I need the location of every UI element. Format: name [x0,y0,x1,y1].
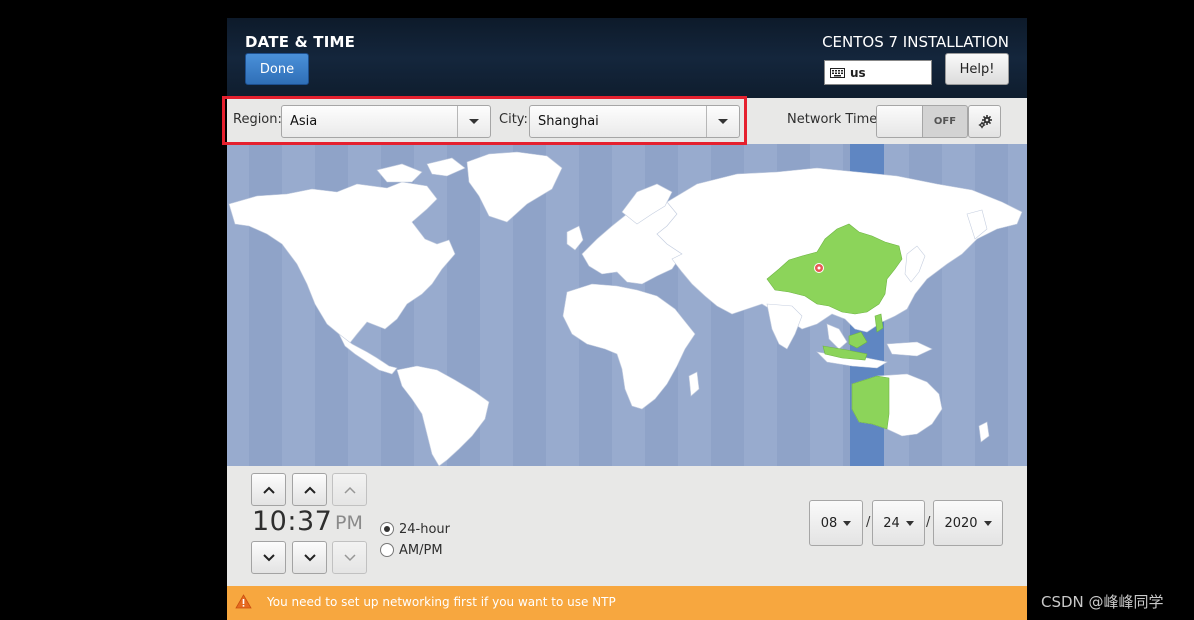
chevron-up-icon [303,486,316,494]
warning-text: You need to set up networking first if y… [267,595,616,609]
minutes-down-button[interactable] [292,541,327,574]
month-value: 08 [820,515,838,531]
ntp-settings-button[interactable] [968,105,1001,138]
done-button[interactable]: Done [245,53,309,85]
chevron-down-icon [905,520,914,526]
hours-down-button[interactable] [251,541,286,574]
date-separator: / [866,515,871,530]
hours-value: 10 [252,506,288,537]
ampm-down-button[interactable] [332,541,367,574]
format-ampm-radio[interactable] [380,543,394,557]
keyboard-layout-indicator[interactable]: us [824,60,932,85]
datetime-controls: 10:37 PM 24-hour AM/PM 08 / 24 / 2020 [227,466,1027,586]
date-separator: / [926,515,931,530]
watermark-text: CSDN @峰峰同学 [1041,593,1164,611]
format-24h-radio[interactable] [380,522,394,536]
year-combobox[interactable]: 2020 [933,500,1003,546]
chevron-up-icon [262,486,275,494]
warning-bar: You need to set up networking first if y… [227,586,1027,620]
chevron-down-icon [303,553,316,561]
chevron-up-icon [343,486,356,494]
minutes-value: 37 [296,506,333,537]
keyboard-icon [830,67,845,78]
time-display: 10:37 [252,506,332,537]
warning-icon [235,594,252,609]
pin-icon [814,263,824,273]
month-combobox[interactable]: 08 [809,500,863,546]
hours-up-button[interactable] [251,473,286,506]
page-title: DATE & TIME [245,33,356,51]
year-value: 2020 [944,515,978,531]
world-map [227,144,1027,466]
day-combobox[interactable]: 24 [872,500,925,546]
installer-title: CENTOS 7 INSTALLATION [822,33,1009,51]
gear-icon [978,114,992,128]
ampm-up-button[interactable] [332,473,367,506]
day-value: 24 [883,515,900,531]
network-time-label: Network Time [787,112,878,127]
format-24h-label: 24-hour [399,522,451,537]
chevron-down-icon [843,520,852,526]
format-ampm-label: AM/PM [399,543,443,558]
chevron-down-icon [262,553,275,561]
ampm-value: PM [335,512,363,534]
time-separator: : [287,506,297,537]
minutes-up-button[interactable] [292,473,327,506]
chevron-down-icon [983,520,992,526]
network-time-switch[interactable]: OFF [876,105,968,138]
annotation-highlight-box [222,96,747,145]
switch-state: OFF [933,116,957,127]
keyboard-layout-label: us [850,65,866,80]
help-button[interactable]: Help! [945,53,1009,85]
timezone-map[interactable] [227,144,1027,466]
header-bar: DATE & TIME Done CENTOS 7 INSTALLATION u… [227,18,1027,98]
switch-knob [877,106,923,137]
chevron-down-icon [343,553,356,561]
